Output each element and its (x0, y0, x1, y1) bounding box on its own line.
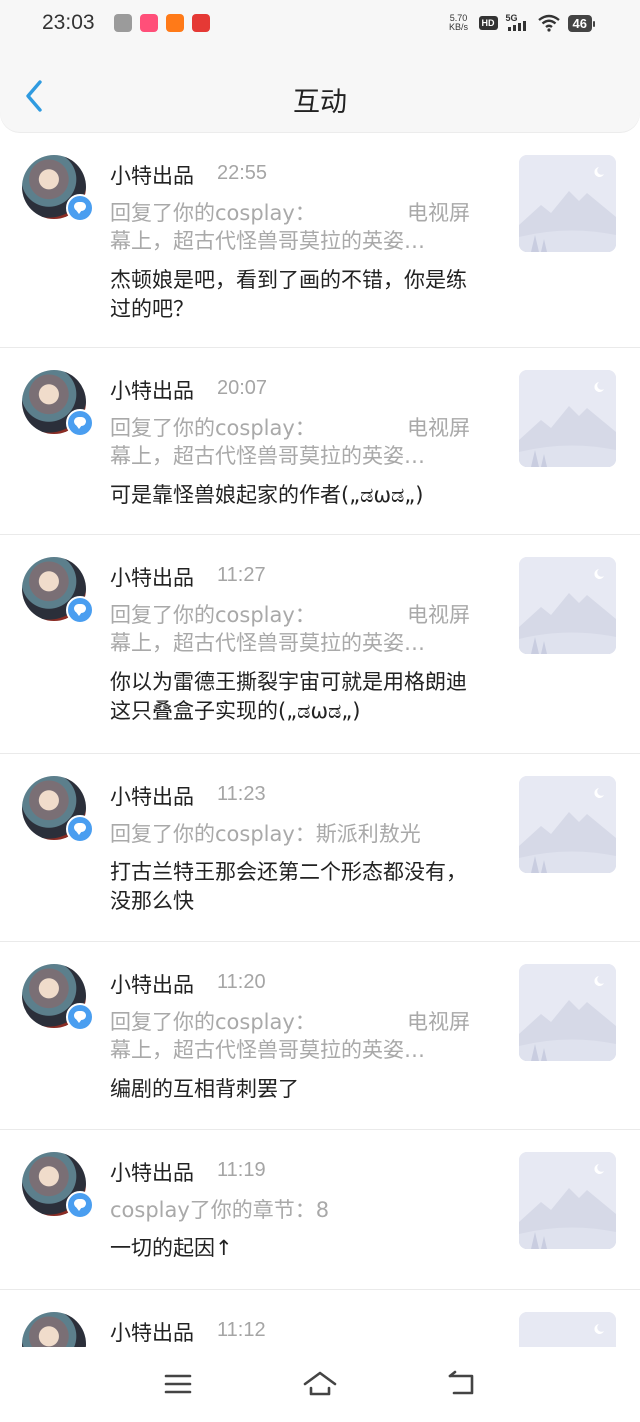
quoted-text: 回复了你的cosplay： 电视屏 幕上，超古代怪兽哥莫拉的英姿… (110, 601, 470, 657)
quote-prefix: 回复了你的cosplay：斯派利敖光 (110, 822, 421, 846)
quoted-text: 回复了你的cosplay： 电视屏 幕上，超古代怪兽哥莫拉的英姿… (110, 1008, 470, 1064)
item-time: 22:55 (217, 162, 268, 184)
list-item[interactable]: 小特出品 11:27 回复了你的cosplay： 电视屏 幕上，超古代怪兽哥莫拉… (0, 535, 640, 754)
comment-badge-icon (66, 596, 94, 624)
page-title: 互动 (293, 87, 347, 118)
menu-button[interactable] (160, 1369, 196, 1399)
status-indicators: 5.70 KB/s HD 5G 46 (447, 13, 596, 33)
image-placeholder-icon (519, 964, 616, 1061)
thumbnail-placeholder[interactable] (519, 155, 616, 252)
quote-prefix: cosplay了你的章节：8 (110, 1198, 330, 1222)
user-name[interactable]: 小特出品 (110, 160, 194, 190)
thumbnail-placeholder[interactable] (519, 1152, 616, 1249)
quote-prefix: 回复了你的cosplay： (110, 201, 316, 225)
user-name[interactable]: 小特出品 (110, 1157, 194, 1187)
image-placeholder-icon (519, 1312, 616, 1347)
item-time: 11:20 (217, 971, 266, 993)
menu-icon (164, 1374, 192, 1394)
home-button[interactable] (302, 1369, 338, 1399)
image-placeholder-icon (519, 557, 616, 654)
image-placeholder-icon (519, 370, 616, 467)
quote-tail: 电视屏 (407, 603, 470, 627)
back-icon (448, 1370, 474, 1395)
quote-line2: 幕上，超古代怪兽哥莫拉的英姿… (110, 631, 425, 655)
system-nav-bar (0, 1347, 640, 1422)
quote-tail: 电视屏 (407, 416, 470, 440)
comment-badge-icon (66, 1191, 94, 1219)
thumbnail-placeholder[interactable] (519, 1312, 616, 1347)
quoted-text: 回复了你的cosplay： 电视屏 幕上，超古代怪兽哥莫拉的英姿… (110, 414, 470, 470)
list-item[interactable]: 小特出品 11:19 cosplay了你的章节：8 一切的起因↑ (0, 1130, 640, 1290)
comment-text: 可是靠怪兽娘起家的作者(„ಡωಡ„) (110, 483, 424, 507)
user-name[interactable]: 小特出品 (110, 375, 194, 405)
quote-line2: 幕上，超古代怪兽哥莫拉的英姿… (110, 444, 425, 468)
quote-line2: 幕上，超古代怪兽哥莫拉的英姿… (110, 229, 425, 253)
net-speed: 5.70 KB/s (447, 14, 471, 32)
comment-badge-icon (66, 1003, 94, 1031)
comment-badge-icon (66, 815, 94, 843)
quote-prefix: 回复了你的cosplay： (110, 603, 316, 627)
list-item[interactable]: 小特出品 11:12 (0, 1290, 640, 1347)
quote-line2: 幕上，超古代怪兽哥莫拉的英姿… (110, 1038, 425, 1062)
comment-text: 你以为雷德王撕裂宇宙可就是用格朗迪这只叠盒子实现的(„ಡωಡ„) (110, 670, 467, 723)
item-time: 11:27 (217, 564, 266, 586)
user-name[interactable]: 小特出品 (110, 562, 194, 592)
app-notification-icon (140, 14, 158, 32)
item-time: 11:12 (217, 1319, 266, 1341)
net-speed-unit: KB/s (449, 22, 469, 32)
quoted-text: 回复了你的cosplay： 电视屏 幕上，超古代怪兽哥莫拉的英姿… (110, 199, 470, 255)
image-placeholder-icon (519, 776, 616, 873)
app-notification-icon (192, 14, 210, 32)
item-time: 11:19 (217, 1159, 266, 1181)
thumbnail-placeholder[interactable] (519, 964, 616, 1061)
item-time: 20:07 (217, 377, 268, 399)
quoted-text: cosplay了你的章节：8 (110, 1196, 470, 1224)
wifi-icon (537, 14, 560, 32)
battery-indicator: 46 (567, 14, 596, 32)
notification-icons (114, 14, 210, 32)
user-name[interactable]: 小特出品 (110, 1317, 194, 1347)
list-item[interactable]: 小特出品 11:23 回复了你的cosplay：斯派利敖光 打古兰特王那会还第二… (0, 754, 640, 942)
comment-badge-icon (66, 409, 94, 437)
user-name[interactable]: 小特出品 (110, 781, 194, 811)
back-nav-button[interactable] (444, 1369, 480, 1399)
comment-badge-icon (66, 194, 94, 222)
item-time: 11:23 (217, 783, 266, 805)
quote-tail: 电视屏 (407, 201, 470, 225)
thumbnail-placeholder[interactable] (519, 776, 616, 873)
signal-icon: 5G (506, 13, 530, 33)
thumbnail-placeholder[interactable] (519, 370, 616, 467)
image-placeholder-icon (519, 1152, 616, 1249)
comment-text: 一切的起因↑ (110, 1236, 233, 1260)
comment-text: 杰顿娘是吧，看到了画的不错，你是练过的吧？ (110, 268, 467, 321)
network-type: 5G (505, 13, 518, 23)
list-item[interactable]: 小特出品 11:20 回复了你的cosplay： 电视屏 幕上，超古代怪兽哥莫拉… (0, 942, 640, 1130)
status-time: 23:03 (42, 11, 95, 34)
list-item[interactable]: 小特出品 22:55 回复了你的cosplay： 电视屏 幕上，超古代怪兽哥莫拉… (0, 133, 640, 348)
list-item[interactable]: 小特出品 20:07 回复了你的cosplay： 电视屏 幕上，超古代怪兽哥莫拉… (0, 348, 640, 535)
home-icon (303, 1371, 337, 1396)
comment-text: 编剧的互相背刺罢了 (110, 1077, 299, 1101)
hd-badge: HD (478, 16, 498, 30)
quoted-text: 回复了你的cosplay：斯派利敖光 (110, 820, 470, 848)
quote-prefix: 回复了你的cosplay： (110, 1010, 316, 1034)
page-header: 互动 (0, 50, 640, 132)
status-bar: 23:03 5.70 KB/s HD 5G 46 (0, 0, 640, 50)
quote-tail: 电视屏 (407, 1010, 470, 1034)
app-notification-icon (114, 14, 132, 32)
user-name[interactable]: 小特出品 (110, 969, 194, 999)
avatar[interactable] (22, 1312, 86, 1347)
thumbnail-placeholder[interactable] (519, 557, 616, 654)
comment-text: 打古兰特王那会还第二个形态都没有，没那么快 (110, 860, 467, 913)
quote-prefix: 回复了你的cosplay： (110, 416, 316, 440)
interaction-list: 小特出品 22:55 回复了你的cosplay： 电视屏 幕上，超古代怪兽哥莫拉… (0, 133, 640, 1347)
image-placeholder-icon (519, 155, 616, 252)
app-notification-icon (166, 14, 184, 32)
